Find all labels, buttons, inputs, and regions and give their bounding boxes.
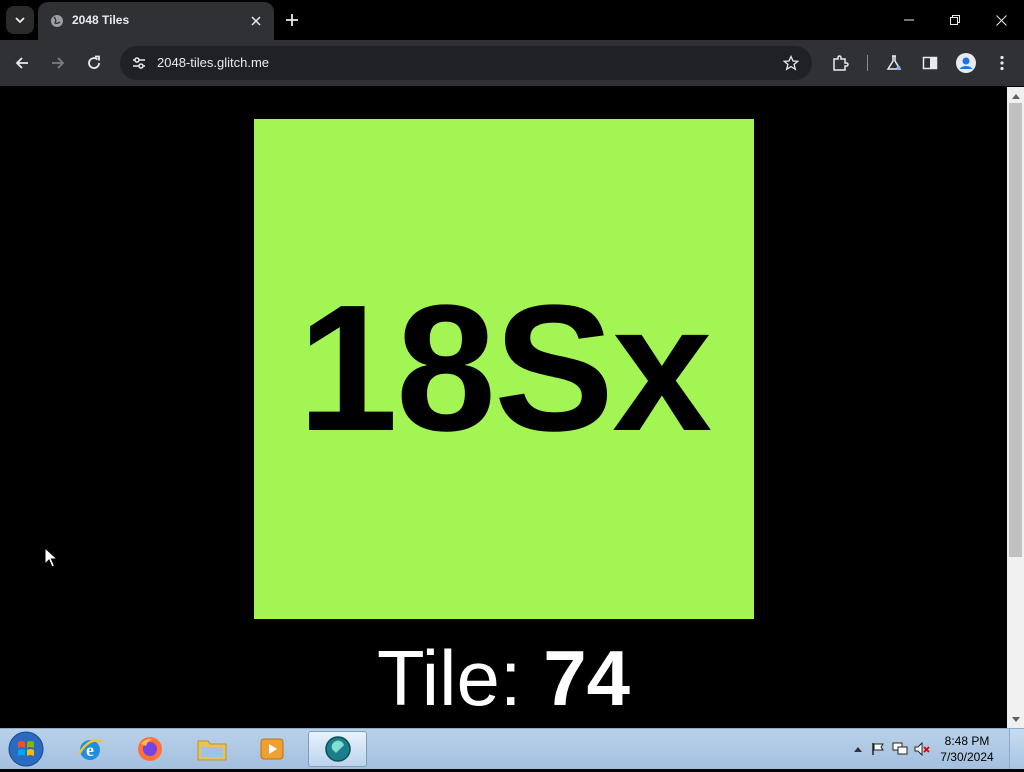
- scrollbar-thumb[interactable]: [1009, 103, 1022, 557]
- forward-button[interactable]: [46, 51, 70, 75]
- labs-button[interactable]: [882, 51, 906, 75]
- plus-icon: [286, 14, 298, 26]
- firefox-icon: [138, 737, 162, 761]
- volume-button[interactable]: [914, 741, 930, 757]
- arrow-left-icon: [15, 57, 28, 69]
- puzzle-icon: [833, 55, 849, 71]
- game-tile: 18Sx: [254, 119, 754, 619]
- bookmark-button[interactable]: [782, 54, 800, 72]
- taskbar-media-player[interactable]: [244, 731, 300, 767]
- tune-icon: [133, 57, 145, 69]
- show-hidden-icons-button[interactable]: [850, 741, 866, 757]
- kebab-menu-icon: [1000, 55, 1004, 71]
- action-center-button[interactable]: [870, 741, 886, 757]
- tile-label: 18Sx: [297, 268, 712, 469]
- clock-time: 8:48 PM: [944, 734, 990, 748]
- browser-tab[interactable]: 2048 Tiles: [38, 2, 274, 40]
- profile-button[interactable]: [954, 51, 978, 75]
- back-button[interactable]: [10, 51, 34, 75]
- flag-icon: [872, 743, 884, 755]
- close-icon: [995, 14, 1007, 26]
- tile-caption: Tile: 74: [0, 639, 1007, 717]
- network-icon: [892, 742, 908, 755]
- minimize-button[interactable]: [886, 0, 932, 40]
- site-info-button[interactable]: [130, 54, 148, 72]
- taskbar-clock[interactable]: 8:48 PM 7/30/2024: [932, 733, 1002, 765]
- scroll-up-button[interactable]: [1007, 89, 1024, 103]
- triangle-down-icon: [1011, 716, 1020, 722]
- minimize-icon: [904, 19, 914, 21]
- clock-date: 7/30/2024: [940, 750, 994, 764]
- taskbar-file-explorer[interactable]: [184, 731, 240, 767]
- folder-icon: [197, 740, 227, 761]
- mouse-cursor-icon: [44, 547, 58, 568]
- speaker-muted-icon: [914, 742, 930, 756]
- tab-title: 2048 Tiles: [72, 13, 130, 27]
- restore-icon: [950, 15, 960, 25]
- browser-titlebar: 2048 Tiles: [0, 0, 1024, 40]
- triangle-up-icon: [1011, 93, 1020, 99]
- tab-search-button[interactable]: [6, 6, 34, 34]
- scroll-down-button[interactable]: [1007, 712, 1024, 726]
- new-tab-button[interactable]: [282, 10, 302, 30]
- start-button[interactable]: [6, 731, 46, 767]
- show-desktop-button[interactable]: [1009, 729, 1024, 769]
- close-window-button[interactable]: [978, 0, 1024, 40]
- windows-taskbar: e 8:48 PM 7/30/2024: [0, 728, 1024, 769]
- star-icon: [783, 55, 799, 71]
- triangle-up-icon: [854, 746, 862, 752]
- network-button[interactable]: [892, 741, 908, 757]
- chevron-down-icon: [15, 17, 25, 24]
- address-bar[interactable]: 2048-tiles.glitch.me: [120, 46, 812, 80]
- side-panel-button[interactable]: [918, 51, 942, 75]
- url-text[interactable]: 2048-tiles.glitch.me: [157, 55, 269, 70]
- close-icon: [251, 16, 261, 26]
- globe-icon: [51, 15, 63, 27]
- windows-start-icon: [8, 731, 44, 767]
- browser-app-icon: [324, 736, 351, 762]
- page-viewport: 18Sx Tile: 74: [0, 87, 1007, 728]
- vertical-scrollbar[interactable]: [1007, 87, 1024, 728]
- menu-button[interactable]: [990, 51, 1014, 75]
- tile-caption-prefix: Tile:: [377, 634, 544, 722]
- taskbar-active-app[interactable]: [308, 731, 367, 767]
- arrow-right-icon: [52, 57, 65, 69]
- flask-icon: [886, 55, 902, 70]
- tile-number: 74: [543, 634, 630, 722]
- toolbar-separator: [867, 55, 868, 71]
- reload-button[interactable]: [82, 51, 106, 75]
- system-tray: 8:48 PM 7/30/2024: [824, 729, 1024, 769]
- side-panel-icon: [922, 56, 938, 70]
- internet-explorer-icon: e: [77, 739, 103, 760]
- extensions-button[interactable]: [828, 51, 852, 75]
- taskbar-internet-explorer[interactable]: e: [62, 731, 118, 767]
- restore-button[interactable]: [932, 0, 978, 40]
- taskbar-firefox[interactable]: [122, 731, 178, 767]
- media-player-icon: [260, 738, 284, 760]
- reload-icon: [88, 55, 100, 69]
- tab-close-button[interactable]: [248, 13, 264, 29]
- browser-toolbar: 2048-tiles.glitch.me: [0, 40, 1024, 86]
- avatar-icon: [956, 53, 976, 73]
